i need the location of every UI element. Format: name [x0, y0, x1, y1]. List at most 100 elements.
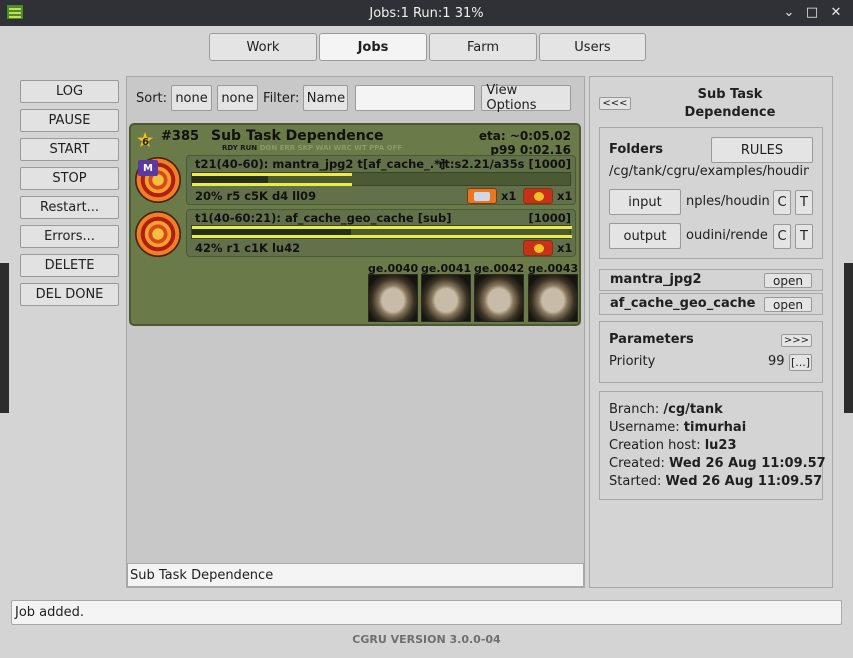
render-thumbnail[interactable] — [528, 274, 578, 322]
task-header: t1(40-60:21): af_cache_geo_cache [sub] — [195, 211, 452, 225]
filter-label: Filter: — [263, 90, 300, 106]
progress-running-marker-2 — [192, 235, 572, 238]
stop-button[interactable]: STOP — [20, 167, 119, 190]
task-block-cache[interactable]: t1(40-60:21): af_cache_geo_cache [sub] [… — [186, 209, 576, 257]
restart-button[interactable]: Restart... — [20, 196, 119, 219]
branch-label: Branch: — [609, 402, 660, 417]
input-folder-path: nples/houdini — [686, 194, 769, 209]
input-folder-button[interactable]: input — [609, 189, 681, 215]
block-open-button[interactable]: open — [764, 297, 812, 312]
output-folder-button[interactable]: output — [609, 223, 681, 249]
created-value: Wed 26 Aug 11:09.57 — [668, 456, 826, 471]
expand-parameters-button[interactable]: >>> — [781, 334, 812, 347]
close-icon[interactable]: ✕ — [828, 5, 844, 21]
job-name: Sub Task Dependence — [211, 128, 384, 144]
service-count: x1 — [557, 189, 573, 203]
output-folder-path: oudini/render — [686, 228, 769, 243]
selected-job-field: Sub Task Dependence — [127, 563, 584, 587]
task-header: t21(40-60): mantra_jpg2 t[af_cache_.*] — [195, 157, 446, 171]
progress-running-marker — [192, 226, 572, 229]
delete-button[interactable]: DELETE — [20, 254, 119, 277]
progress-running-marker-2 — [192, 183, 352, 186]
folder-path: /cg/tank/cgru/examples/houdin — [609, 164, 809, 179]
input-copy-button[interactable]: C — [773, 190, 791, 215]
job-id: #385 — [161, 129, 200, 144]
parameters-label: Parameters — [609, 332, 694, 347]
houdini-mantra-icon: M — [135, 157, 181, 203]
app-icon — [6, 4, 24, 20]
priority-label: Priority — [609, 354, 656, 369]
view-options-button[interactable]: View Options — [481, 83, 572, 113]
priority-value: 99 — [768, 354, 785, 369]
branch-value: /cg/tank — [663, 402, 723, 417]
minimize-icon[interactable]: ⌄ — [781, 5, 797, 21]
progress-running-marker — [192, 173, 352, 176]
username-row: Username: timurhai — [609, 420, 746, 435]
parameters-box — [599, 321, 823, 383]
block-name: mantra_jpg2 — [610, 272, 702, 287]
job-eta: eta: ~0:05.02 — [478, 129, 571, 143]
input-terminal-button[interactable]: T — [795, 190, 813, 215]
sort-primary-button[interactable]: none — [171, 85, 213, 111]
rules-button[interactable]: RULES — [711, 137, 813, 163]
folders-label: Folders — [609, 142, 664, 157]
panel-title: Sub Task Dependence — [684, 87, 776, 120]
started-row: Started: Wed 26 Aug 11:09.57 — [609, 474, 822, 489]
window-title: Jobs:1 Run:1 31% — [369, 5, 484, 21]
job-item[interactable]: ★ 6 #385 Sub Task Dependence eta: ~0:05.… — [129, 123, 581, 326]
job-states: RDY RUN DON ERR SKP WAI WRC WT PPA OFF — [222, 144, 402, 152]
job-states-inactive: DON ERR SKP WAI WRC WT PPA OFF — [259, 144, 403, 152]
sort-secondary-button[interactable]: none — [217, 85, 259, 111]
mantra-badge: M — [138, 160, 158, 176]
sort-filter-bar: Sort: none none Filter: Name View Option… — [136, 83, 572, 113]
started-value: Wed 26 Aug 11:09.57 — [665, 474, 823, 489]
priority-star-number: 6 — [142, 137, 149, 148]
version-label: CGRU VERSION 3.0.0-04 — [352, 633, 501, 646]
houdini-icon — [135, 211, 181, 257]
sort-label: Sort: — [136, 90, 168, 106]
task-runtime: [1000] — [528, 211, 571, 225]
log-button[interactable]: LOG — [20, 80, 119, 103]
filter-input[interactable] — [355, 85, 476, 111]
hbatch-service-icon — [467, 188, 497, 204]
task-stats: 20% r5 c5K d4 ll09 — [195, 189, 317, 203]
creation-host-label: Creation host: — [609, 438, 701, 453]
errors-button[interactable]: Errors... — [20, 225, 119, 248]
branch-row: Branch: /cg/tank — [609, 402, 723, 417]
output-copy-button[interactable]: C — [773, 224, 791, 249]
created-row: Created: Wed 26 Aug 11:09.57 — [609, 456, 826, 471]
del-done-button[interactable]: DEL DONE — [20, 283, 119, 306]
mantra-service-icon — [523, 188, 553, 204]
started-label: Started: — [609, 474, 662, 489]
render-thumbnail[interactable] — [368, 274, 418, 322]
tab-farm[interactable]: Farm — [429, 33, 537, 61]
job-states-active: RDY RUN — [222, 144, 258, 152]
task-runtime: rt:s2.21/a35s [1000] — [438, 157, 571, 171]
task-stats: 42% r1 c1K lu42 — [195, 241, 301, 255]
collapse-panel-button[interactable]: <<< — [599, 97, 631, 110]
username-value: timurhai — [683, 420, 747, 435]
tab-work[interactable]: Work — [209, 33, 317, 61]
render-thumbnail[interactable] — [474, 274, 524, 322]
left-splitter-handle[interactable] — [0, 263, 9, 413]
service-count: x1 — [557, 241, 573, 255]
output-terminal-button[interactable]: T — [795, 224, 813, 249]
filter-field-button[interactable]: Name — [303, 85, 349, 111]
cache-service-icon — [523, 240, 553, 256]
title-bar: Jobs:1 Run:1 31% ⌄ □ ✕ — [0, 0, 853, 26]
start-button[interactable]: START — [20, 138, 119, 161]
render-thumbnail[interactable] — [421, 274, 471, 322]
tab-users[interactable]: Users — [539, 33, 646, 61]
block-name: af_cache_geo_cache — [610, 296, 756, 311]
username-label: Username: — [609, 420, 680, 435]
maximize-icon[interactable]: □ — [804, 5, 820, 21]
block-open-button[interactable]: open — [764, 273, 812, 288]
creation-host-value: lu23 — [704, 438, 737, 453]
pause-button[interactable]: PAUSE — [20, 109, 119, 132]
created-label: Created: — [609, 456, 665, 471]
right-splitter-handle[interactable] — [844, 263, 853, 413]
service-count: x1 — [501, 189, 517, 203]
tab-jobs[interactable]: Jobs — [319, 33, 427, 61]
priority-edit-button[interactable]: [...] — [789, 354, 812, 371]
task-block-mantra[interactable]: t21(40-60): mantra_jpg2 t[af_cache_.*] r… — [186, 155, 576, 205]
